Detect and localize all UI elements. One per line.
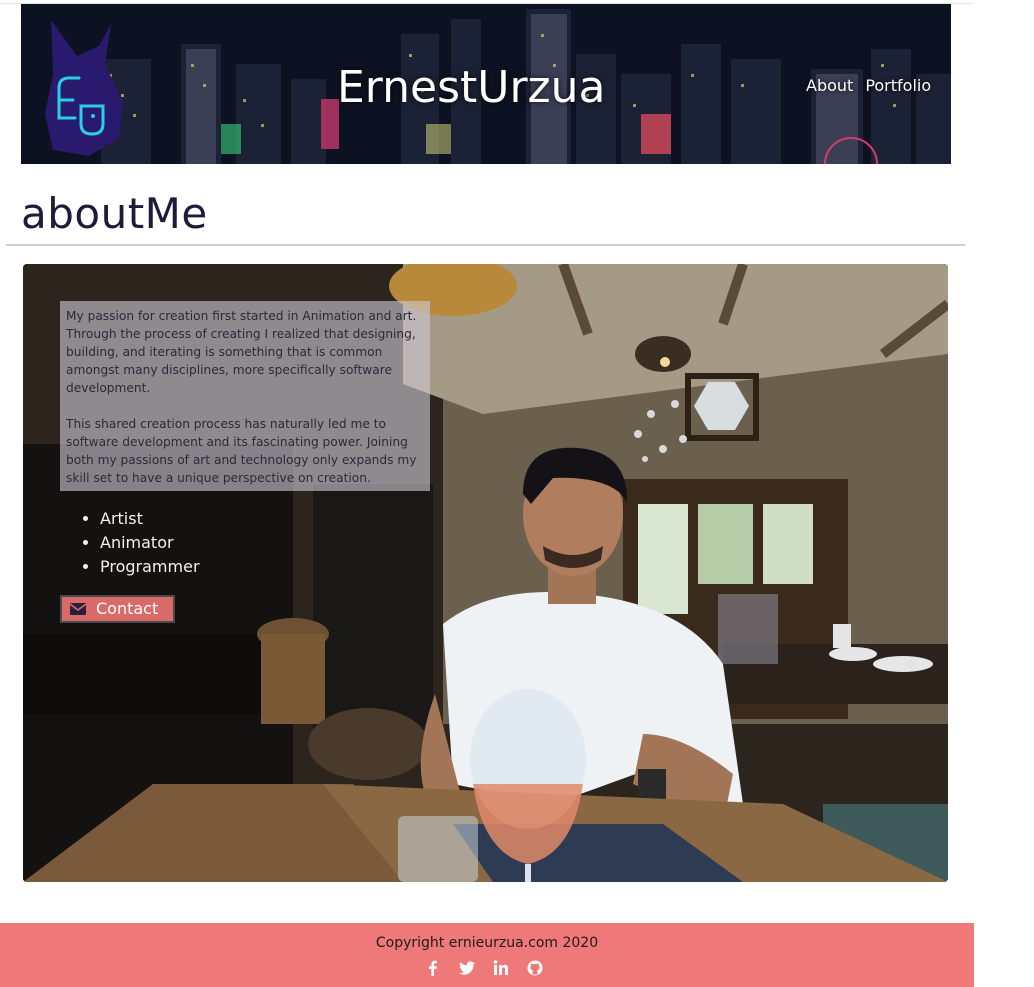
about-hero: My passion for creation first started in… — [23, 264, 948, 882]
page-title: aboutMe — [21, 189, 208, 238]
site-title[interactable]: ErnestUrzua — [337, 60, 606, 116]
nav-about-link[interactable]: About — [806, 76, 853, 95]
contact-button-label: Contact — [96, 599, 159, 618]
title-divider — [6, 244, 965, 246]
skills-list: Artist Animator Programmer — [82, 507, 200, 579]
nav-portfolio-link[interactable]: Portfolio — [865, 76, 931, 95]
github-icon[interactable] — [526, 959, 544, 977]
about-text-box: My passion for creation first started in… — [60, 301, 430, 491]
main-nav: About Portfolio — [806, 76, 931, 95]
contact-button[interactable]: Contact — [60, 595, 175, 623]
skill-item: Programmer — [100, 555, 200, 579]
social-links — [424, 959, 544, 977]
linkedin-icon[interactable] — [492, 959, 510, 977]
site-logo[interactable] — [39, 18, 129, 158]
site-header: ErnestUrzua About Portfolio — [21, 4, 951, 164]
skill-item: Animator — [100, 531, 200, 555]
about-paragraph: My passion for creation first started in… — [66, 309, 417, 395]
copyright-text: Copyright ernieurzua.com 2020 — [375, 935, 599, 951]
site-footer: Copyright ernieurzua.com 2020 — [0, 923, 974, 987]
about-paragraph: This shared creation process has natural… — [66, 417, 417, 485]
envelope-icon — [70, 603, 86, 615]
twitter-icon[interactable] — [458, 959, 476, 977]
skill-item: Artist — [100, 507, 200, 531]
facebook-icon[interactable] — [424, 959, 442, 977]
